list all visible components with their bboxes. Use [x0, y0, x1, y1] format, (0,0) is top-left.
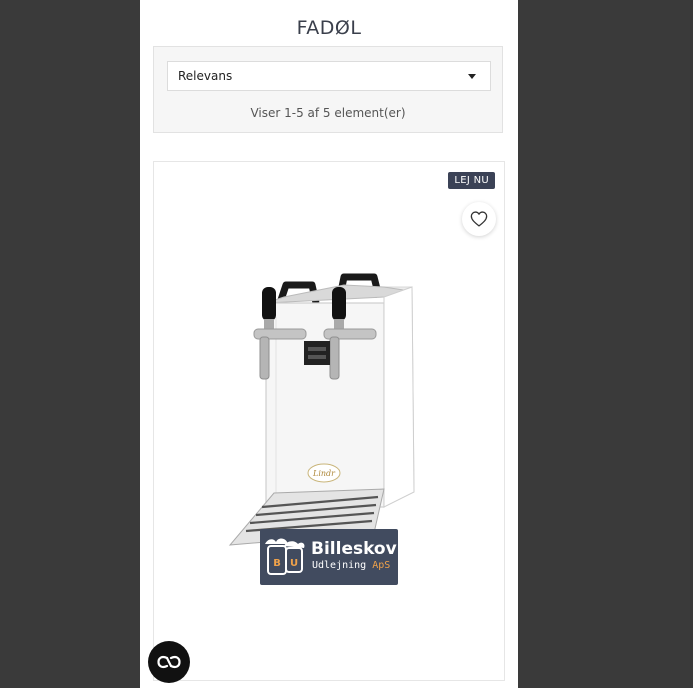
caret-down-icon: [468, 74, 476, 79]
brand-emblem-text: Lindr: [312, 469, 336, 478]
page-container: FADØL Relevans Viser 1-5 af 5 element(er…: [140, 0, 518, 688]
sort-selected-value: Relevans: [178, 69, 233, 83]
logo-subtitle-main: Udlejning: [312, 560, 373, 571]
beer-mug-icon: B U: [265, 538, 305, 575]
logo-subtitle-accent: ApS: [372, 560, 391, 571]
svg-text:B: B: [273, 558, 281, 569]
favorite-button[interactable]: [462, 202, 496, 236]
logo-subtitle: Udlejning ApS: [312, 560, 390, 571]
rent-now-badge: LEJ NU: [448, 172, 495, 189]
accessibility-icon: [157, 655, 181, 669]
company-logo: B U Billeskov Udlejning ApS: [260, 529, 398, 585]
product-card[interactable]: LEJ NU Lindr B U Billeskov Udlejning ApS: [153, 161, 505, 681]
page-title: FADØL: [296, 17, 362, 39]
sort-panel: Relevans Viser 1-5 af 5 element(er): [153, 46, 503, 133]
sort-dropdown[interactable]: Relevans: [167, 61, 491, 91]
heart-icon: [470, 211, 488, 227]
accessibility-button[interactable]: [148, 641, 190, 683]
svg-text:U: U: [290, 558, 298, 569]
logo-name: Billeskov: [311, 539, 397, 559]
product-image[interactable]: Lindr: [224, 257, 434, 557]
result-count: Viser 1-5 af 5 element(er): [250, 106, 406, 120]
